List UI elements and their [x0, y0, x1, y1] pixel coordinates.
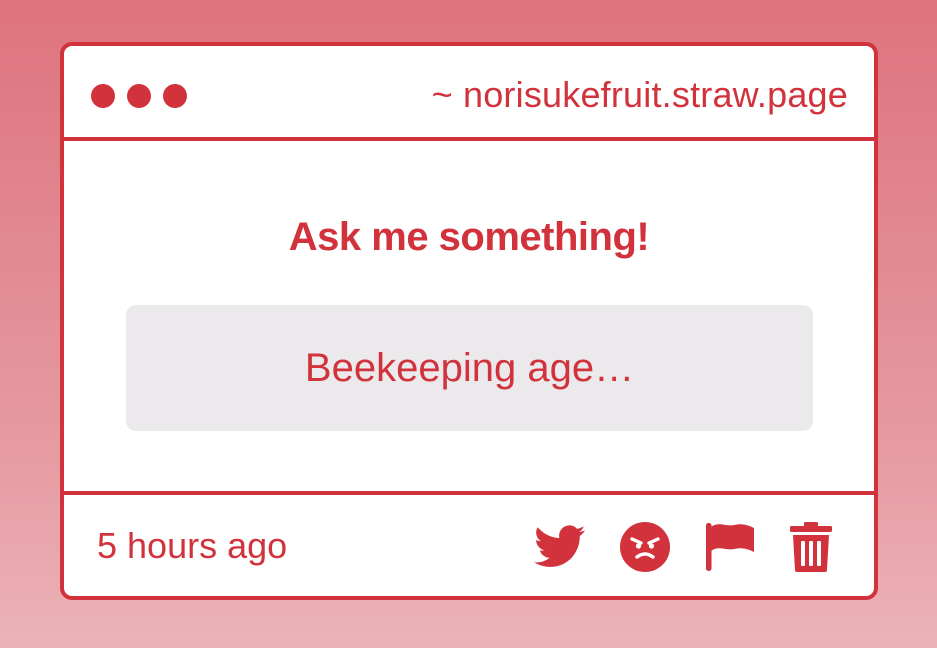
card-footer: 5 hours ago — [64, 491, 874, 596]
card-content: Ask me something! Beekeeping age… — [64, 141, 874, 491]
window-dot-3 — [163, 84, 187, 108]
trash-icon — [790, 522, 832, 572]
react-angry-button[interactable] — [620, 522, 670, 572]
twitter-bird-icon — [534, 525, 586, 567]
answer-box: Beekeeping age… — [126, 305, 813, 431]
share-twitter-button[interactable] — [534, 525, 586, 569]
window-dot-2 — [127, 84, 151, 108]
prompt-heading: Ask me something! — [288, 215, 650, 259]
window-controls — [91, 84, 187, 108]
question-card: ~ norisukefruit.straw.page Ask me someth… — [60, 42, 878, 600]
action-bar — [534, 521, 832, 573]
timestamp: 5 hours ago — [97, 525, 288, 566]
window-titlebar: ~ norisukefruit.straw.page — [64, 46, 874, 141]
flag-icon — [706, 523, 754, 571]
site-url: ~ norisukefruit.straw.page — [431, 74, 848, 115]
report-flag-button[interactable] — [704, 521, 756, 573]
answer-text: Beekeeping age… — [304, 345, 635, 390]
delete-button[interactable] — [790, 522, 832, 572]
angry-face-icon — [620, 522, 670, 572]
window-dot-1 — [91, 84, 115, 108]
